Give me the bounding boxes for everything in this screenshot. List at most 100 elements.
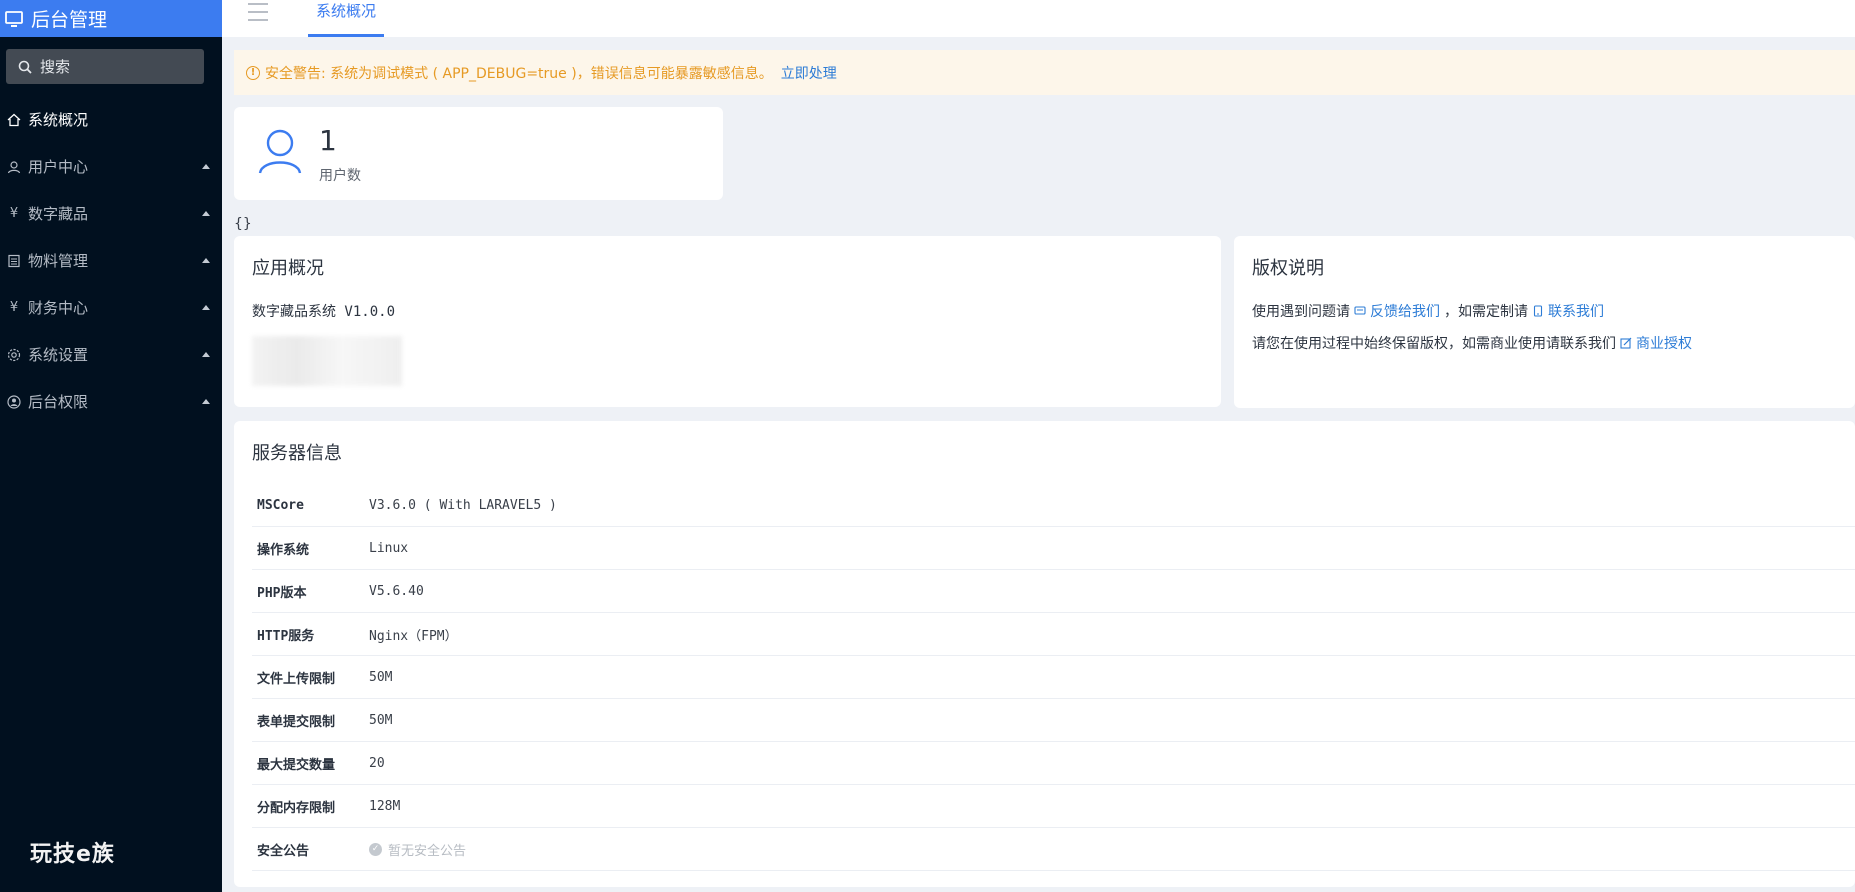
sidebar-item-overview[interactable]: 系统概况 [0, 96, 222, 143]
copyright-text: 使用遇到问题请 [1252, 304, 1350, 320]
caret-up-icon [202, 352, 210, 357]
row-value: Linux [369, 540, 409, 556]
table-row: 分配内存限制 128M [252, 785, 1855, 828]
caret-up-icon [202, 211, 210, 216]
row-key: MSCore [257, 497, 304, 513]
row-value: Nginx（FPM） [369, 628, 458, 644]
yen-icon: ¥ [9, 300, 19, 315]
info-circle-icon: ! [246, 65, 260, 80]
menu-toggle-icon[interactable] [248, 3, 268, 21]
copyright-card: 版权说明 使用遇到问题请 反馈给我们 ，如需定制请 联系我们 请您在使用过程中始… [1234, 236, 1855, 408]
row-key: 最大提交数量 [257, 757, 336, 773]
license-link[interactable]: 商业授权 [1620, 333, 1692, 353]
table-row: 文件上传限制 50M [252, 656, 1855, 699]
security-notice-text: 暂无安全公告 [388, 843, 467, 859]
contact-link-label: 联系我们 [1548, 304, 1604, 320]
caret-up-icon [202, 258, 210, 263]
gear-icon [6, 347, 22, 363]
row-value: ✓ 暂无安全公告 [369, 840, 1855, 859]
users-icon [6, 159, 22, 175]
server-info-card: 服务器信息 MSCore V3.6.0 ( With LARAVEL5 ) 操作… [234, 421, 1855, 887]
user-count-label: 用户数 [319, 168, 361, 184]
row-key: 分配内存限制 [257, 800, 336, 816]
sidebar-item-label: 系统设置 [28, 346, 89, 364]
copyright-line-2: 请您在使用过程中始终保留版权，如需商业使用请联系我们 商业授权 [1252, 333, 1692, 353]
server-info-table: MSCore V3.6.0 ( With LARAVEL5 ) 操作系统 Lin… [252, 484, 1855, 871]
sidebar-search-input[interactable]: 搜索 [6, 49, 204, 84]
caret-up-icon [202, 164, 210, 169]
table-row: PHP版本 V5.6.40 [252, 570, 1855, 613]
monitor-icon [2, 7, 26, 31]
table-row: 安全公告 ✓ 暂无安全公告 [252, 828, 1855, 871]
feedback-link[interactable]: 反馈给我们 [1354, 301, 1440, 321]
row-key: 表单提交限制 [257, 714, 336, 730]
watermark-logo: 玩技e族 [30, 842, 115, 867]
row-value: 128M [369, 798, 401, 814]
user-circle-icon [6, 394, 22, 410]
row-key: PHP版本 [257, 585, 307, 601]
edit-icon [1620, 337, 1632, 349]
alert-message: 安全警告: 系统为调试模式 ( APP_DEBUG=true )，错误信息可能暴… [265, 65, 773, 82]
caret-up-icon [202, 399, 210, 404]
row-key: 安全公告 [257, 843, 310, 859]
app-root: 后台管理 搜索 系统概况 用户中心 ¥ 数字藏品 物料管理 ¥ 财务中心 系统设… [0, 0, 1855, 892]
row-key: HTTP服务 [257, 628, 315, 644]
message-icon [1354, 305, 1366, 317]
sidebar-item-materials[interactable]: 物料管理 [0, 237, 222, 284]
tab-overview[interactable]: 系统概况 [308, 0, 385, 37]
alert-action-link[interactable]: 立即处理 [781, 63, 837, 83]
card-title: 应用概况 [252, 258, 324, 279]
row-value: V3.6.0 ( With LARAVEL5 ) [369, 497, 557, 513]
stray-text: {} [234, 216, 252, 232]
row-key: 操作系统 [257, 542, 310, 558]
list-icon [6, 253, 22, 269]
app-version: 数字藏品系统 V1.0.0 [252, 304, 396, 320]
sidebar-menu: 系统概况 用户中心 ¥ 数字藏品 物料管理 ¥ 财务中心 系统设置 后台权限 [0, 96, 222, 425]
table-row: 表单提交限制 50M [252, 699, 1855, 742]
yen-icon: ¥ [9, 206, 19, 221]
copyright-line-1: 使用遇到问题请 反馈给我们 ，如需定制请 联系我们 [1252, 301, 1604, 321]
copyright-text: ，如需定制请 [1444, 304, 1528, 320]
row-key: 文件上传限制 [257, 671, 336, 687]
brand-header[interactable]: 后台管理 [0, 0, 222, 37]
user-icon [258, 127, 302, 175]
sidebar-item-digital-collections[interactable]: ¥ 数字藏品 [0, 190, 222, 237]
sidebar-item-label: 用户中心 [28, 158, 89, 176]
search-icon [18, 59, 34, 75]
caret-up-icon [202, 305, 210, 310]
user-count-card: 1 用户数 [234, 107, 723, 200]
table-row: HTTP服务 Nginx（FPM） [252, 613, 1855, 656]
user-count-value: 1 [319, 124, 337, 157]
top-bar: 系统概况 [222, 0, 1855, 37]
brand-title: 后台管理 [31, 9, 108, 31]
card-title: 版权说明 [1252, 258, 1324, 279]
license-link-label: 商业授权 [1636, 336, 1692, 352]
table-row: 最大提交数量 20 [252, 742, 1855, 785]
home-icon [6, 112, 22, 128]
feedback-link-label: 反馈给我们 [1370, 304, 1440, 320]
contact-link[interactable]: 联系我们 [1532, 301, 1604, 321]
table-row: MSCore V3.6.0 ( With LARAVEL5 ) [252, 484, 1855, 527]
sidebar-item-settings[interactable]: 系统设置 [0, 331, 222, 378]
row-value: 50M [369, 669, 393, 685]
row-value: V5.6.40 [369, 583, 424, 599]
search-label: 搜索 [40, 58, 71, 76]
card-title: 服务器信息 [252, 443, 342, 464]
row-value: 50M [369, 712, 393, 728]
sidebar-item-finance[interactable]: ¥ 财务中心 [0, 284, 222, 331]
app-overview-card: 应用概况 数字藏品系统 V1.0.0 [234, 236, 1221, 407]
sidebar-item-admin-permissions[interactable]: 后台权限 [0, 378, 222, 425]
sidebar-item-user-center[interactable]: 用户中心 [0, 143, 222, 190]
table-row: 操作系统 Linux [252, 527, 1855, 570]
sidebar-item-label: 数字藏品 [28, 205, 89, 223]
sidebar-item-label: 系统概况 [28, 111, 89, 129]
check-circle-icon: ✓ [369, 842, 382, 856]
sidebar-item-label: 后台权限 [28, 393, 89, 411]
security-alert: ! 安全警告: 系统为调试模式 ( APP_DEBUG=true )，错误信息可… [234, 50, 1855, 95]
phone-icon [1532, 305, 1544, 317]
copyright-text: 请您在使用过程中始终保留版权，如需商业使用请联系我们 [1252, 336, 1616, 352]
sidebar-item-label: 财务中心 [28, 299, 89, 317]
sidebar-item-label: 物料管理 [28, 252, 89, 270]
row-value: 20 [369, 755, 385, 771]
sidebar: 后台管理 搜索 系统概况 用户中心 ¥ 数字藏品 物料管理 ¥ 财务中心 系统设… [0, 0, 222, 892]
